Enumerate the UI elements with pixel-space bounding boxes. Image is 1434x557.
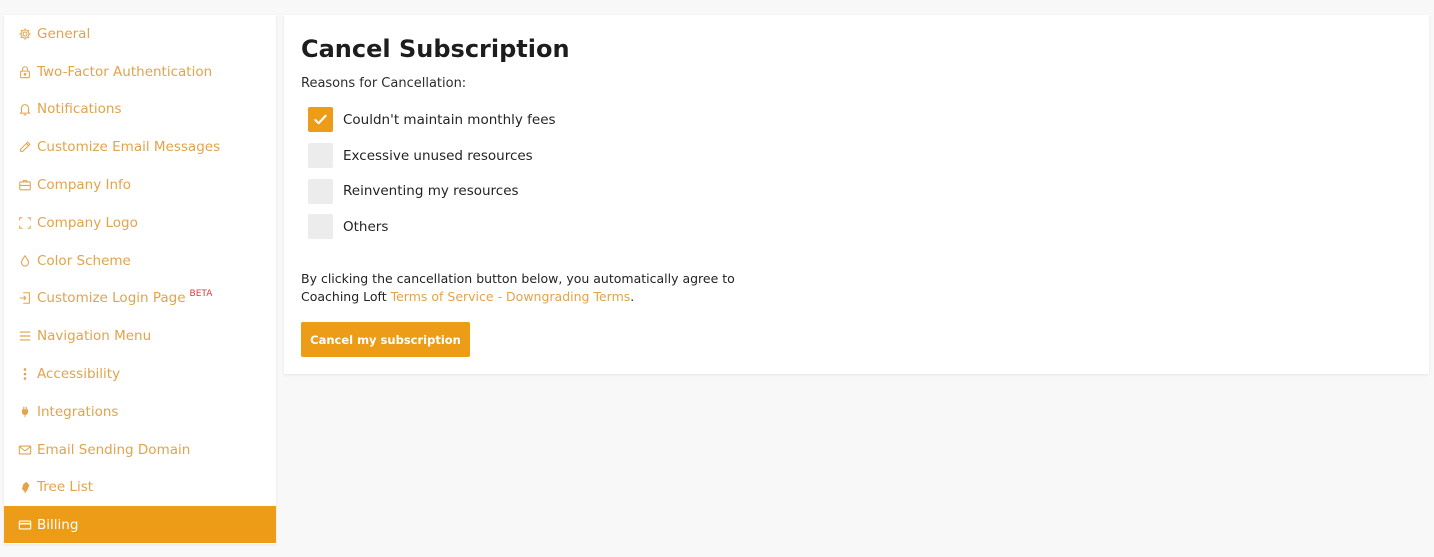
- agreement-line-2: Coaching Loft: [301, 289, 391, 304]
- cancel-subscription-button[interactable]: Cancel my subscription: [301, 322, 470, 357]
- sidebar-item-label: Email Sending Domain: [37, 441, 191, 458]
- checkbox[interactable]: [308, 143, 333, 169]
- login-icon: [17, 291, 32, 306]
- bell-icon: [17, 102, 32, 117]
- sidebar-item-color-scheme[interactable]: Color Scheme: [4, 242, 276, 280]
- lock-icon: [17, 64, 32, 79]
- sidebar-item-label: Company Info: [37, 177, 132, 194]
- sidebar-item-integrations[interactable]: Integrations: [4, 393, 276, 431]
- agreement-end: .: [630, 289, 635, 304]
- checkbox[interactable]: [308, 178, 333, 204]
- sidebar-item-label: Customize Email Messages: [37, 139, 221, 156]
- checkbox-checked[interactable]: [308, 107, 333, 133]
- sidebar-item-label: Color Scheme: [37, 252, 131, 269]
- reason-label: Couldn't maintain monthly fees: [343, 111, 556, 128]
- frame-icon: [17, 215, 32, 230]
- tree-icon: [17, 480, 32, 495]
- dots-vertical-icon: [17, 367, 32, 382]
- sidebar-item-billing[interactable]: Billing: [4, 506, 276, 544]
- plug-icon: [17, 404, 32, 419]
- cancel-subscription-panel: Cancel Subscription Reasons for Cancella…: [284, 15, 1429, 374]
- sidebar-item-label: Tree List: [37, 479, 94, 496]
- pencil-icon: [17, 140, 32, 155]
- sidebar-item-label: Navigation Menu: [37, 328, 152, 345]
- sidebar-item-navigation-menu[interactable]: Navigation Menu: [4, 317, 276, 355]
- drop-icon: [17, 253, 32, 268]
- terms-link[interactable]: Terms of Service - Downgrading Terms: [391, 289, 631, 304]
- settings-sidebar: General Two-Factor Authentication Notifi…: [4, 15, 276, 544]
- credit-card-icon: [17, 517, 32, 532]
- sidebar-item-customize-email[interactable]: Customize Email Messages: [4, 128, 276, 166]
- checkmark-icon: [314, 115, 327, 125]
- reason-option-others[interactable]: Others: [308, 209, 556, 245]
- sidebar-item-label: General: [37, 25, 91, 42]
- sidebar-item-label: Integrations: [37, 403, 119, 420]
- sidebar-item-accessibility[interactable]: Accessibility: [4, 355, 276, 393]
- beta-badge: BETA: [189, 289, 213, 300]
- briefcase-icon: [17, 178, 32, 193]
- sidebar-item-two-factor[interactable]: Two-Factor Authentication: [4, 53, 276, 91]
- sidebar-item-label: Customize Login Page: [37, 290, 186, 307]
- sidebar-item-label: Notifications: [37, 101, 122, 118]
- agreement-text: By clicking the cancellation button belo…: [301, 270, 761, 306]
- reason-label: Reinventing my resources: [343, 183, 519, 200]
- sidebar-item-company-logo[interactable]: Company Logo: [4, 204, 276, 242]
- reason-option-monthly-fees[interactable]: Couldn't maintain monthly fees: [308, 102, 556, 138]
- menu-icon: [17, 329, 32, 344]
- reason-option-reinventing[interactable]: Reinventing my resources: [308, 173, 556, 209]
- reasons-checkbox-group: Couldn't maintain monthly fees Excessive…: [308, 102, 556, 245]
- gear-icon: [17, 26, 32, 41]
- reason-label: Others: [343, 218, 389, 235]
- reason-label: Excessive unused resources: [343, 147, 533, 164]
- sidebar-item-tree-list[interactable]: Tree List: [4, 469, 276, 507]
- checkbox[interactable]: [308, 214, 333, 240]
- envelope-icon: [17, 442, 32, 457]
- agreement-line-1: By clicking the cancellation button belo…: [301, 271, 735, 286]
- sidebar-item-label: Two-Factor Authentication: [37, 63, 213, 80]
- sidebar-item-email-sending-domain[interactable]: Email Sending Domain: [4, 431, 276, 469]
- sidebar-item-notifications[interactable]: Notifications: [4, 91, 276, 129]
- sidebar-item-label: Company Logo: [37, 214, 138, 231]
- sidebar-item-general[interactable]: General: [4, 15, 276, 53]
- reason-option-unused-resources[interactable]: Excessive unused resources: [308, 138, 556, 174]
- sidebar-item-customize-login[interactable]: Customize Login Page BETA: [4, 280, 276, 318]
- reasons-label: Reasons for Cancellation:: [301, 76, 467, 91]
- sidebar-item-label: Billing: [37, 516, 79, 533]
- sidebar-item-label: Accessibility: [37, 366, 121, 383]
- sidebar-item-company-info[interactable]: Company Info: [4, 166, 276, 204]
- page-title: Cancel Subscription: [301, 35, 570, 63]
